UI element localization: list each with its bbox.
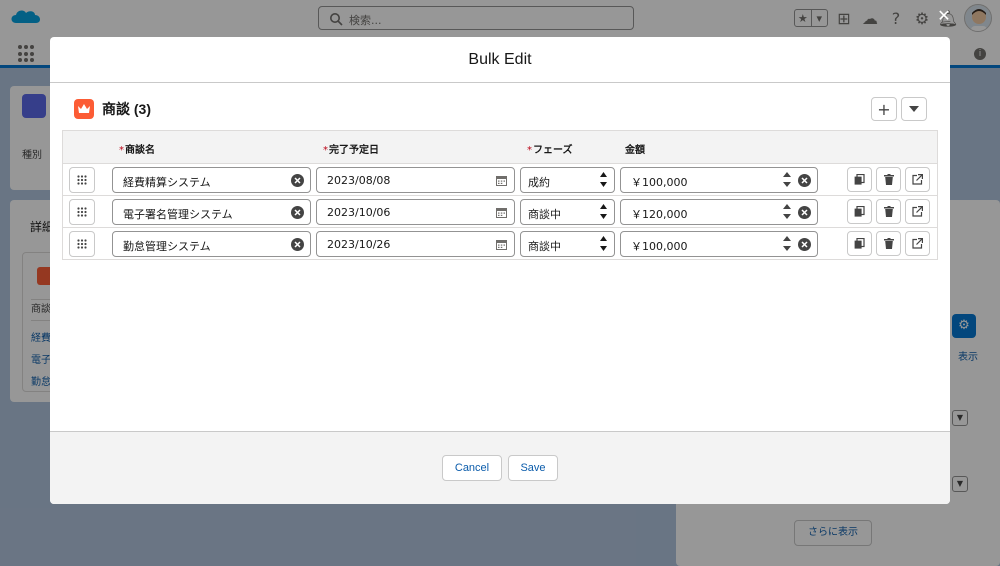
- stage-value: 成約: [528, 176, 550, 189]
- related-list-actions: +: [871, 97, 927, 121]
- stage-select[interactable]: 商談中: [520, 199, 615, 225]
- save-button[interactable]: Save: [508, 455, 558, 481]
- add-row-button[interactable]: +: [871, 97, 897, 121]
- drag-handle-icon[interactable]: [69, 231, 95, 257]
- add-icon: +: [877, 99, 891, 119]
- amount-field[interactable]: ￥120,000: [620, 199, 818, 225]
- clone-row-button[interactable]: [847, 167, 872, 192]
- row-actions: [847, 167, 930, 192]
- drag-handle-icon[interactable]: [69, 167, 95, 193]
- amount-value: ￥100,000: [631, 240, 688, 253]
- bulk-edit-modal: Bulk Edit 商談 (3) + *商談名 *完了予定日 *フェーズ 金額 …: [50, 37, 950, 504]
- delete-row-button[interactable]: [876, 199, 901, 224]
- clear-icon[interactable]: [798, 238, 811, 251]
- stage-value: 商談中: [528, 240, 561, 253]
- open-record-button[interactable]: [905, 167, 930, 192]
- amount-field[interactable]: ￥100,000: [620, 167, 818, 193]
- close-date-field[interactable]: 2023/10/26: [316, 231, 515, 257]
- close-date-value: 2023/08/08: [327, 174, 391, 187]
- drag-handle-icon[interactable]: [69, 199, 95, 225]
- calendar-icon[interactable]: [496, 207, 507, 218]
- open-record-button[interactable]: [905, 199, 930, 224]
- column-header-close-date: *完了予定日: [323, 145, 379, 156]
- bulk-edit-table: *商談名 *完了予定日 *フェーズ 金額 経費精算システム 2023/08/08: [62, 130, 938, 260]
- external-link-icon: [912, 238, 923, 249]
- copy-icon: [854, 174, 865, 185]
- name-field[interactable]: 電子署名管理システム: [112, 199, 311, 225]
- table-row: 経費精算システム 2023/08/08 成約 ￥100,000: [63, 164, 937, 196]
- close-icon[interactable]: ✕: [936, 8, 952, 24]
- clear-icon[interactable]: [291, 238, 304, 251]
- clear-icon[interactable]: [798, 174, 811, 187]
- close-date-value: 2023/10/06: [327, 206, 391, 219]
- delete-row-button[interactable]: [876, 231, 901, 256]
- external-link-icon: [912, 206, 923, 217]
- close-date-field[interactable]: 2023/10/06: [316, 199, 515, 225]
- copy-icon: [854, 238, 865, 249]
- name-field[interactable]: 勤怠管理システム: [112, 231, 311, 257]
- modal-title: Bulk Edit: [468, 50, 532, 68]
- modal-body: 商談 (3) + *商談名 *完了予定日 *フェーズ 金額 経費精算システム 2…: [50, 83, 950, 431]
- modal-footer: Cancel Save: [50, 431, 950, 504]
- column-header-amount: 金額: [625, 145, 645, 156]
- calendar-icon[interactable]: [496, 239, 507, 250]
- trash-icon: [883, 206, 894, 217]
- related-list-title: 商談 (3): [102, 101, 151, 117]
- clear-icon[interactable]: [291, 206, 304, 219]
- table-row: 電子署名管理システム 2023/10/06 商談中 ￥120,000: [63, 196, 937, 228]
- select-arrows-icon: [600, 171, 607, 188]
- opportunity-crown-icon: [74, 99, 94, 119]
- name-field[interactable]: 経費精算システム: [112, 167, 311, 193]
- column-header-stage: *フェーズ: [527, 145, 573, 156]
- clear-icon[interactable]: [291, 174, 304, 187]
- stage-value: 商談中: [528, 208, 561, 221]
- cancel-button[interactable]: Cancel: [442, 455, 502, 481]
- delete-row-button[interactable]: [876, 167, 901, 192]
- name-value: 経費精算システム: [123, 176, 211, 189]
- amount-value: ￥120,000: [631, 208, 688, 221]
- stepper-icon[interactable]: [783, 171, 791, 188]
- more-actions-button[interactable]: [901, 97, 927, 121]
- stage-select[interactable]: 商談中: [520, 231, 615, 257]
- row-actions: [847, 199, 930, 224]
- table-row: 勤怠管理システム 2023/10/26 商談中 ￥100,000: [63, 228, 937, 260]
- trash-icon: [883, 238, 894, 249]
- chevron-down-icon: [909, 106, 919, 112]
- name-value: 電子署名管理システム: [123, 208, 233, 221]
- name-value: 勤怠管理システム: [123, 240, 211, 253]
- open-record-button[interactable]: [905, 231, 930, 256]
- copy-icon: [854, 206, 865, 217]
- amount-value: ￥100,000: [631, 176, 688, 189]
- clear-icon[interactable]: [798, 206, 811, 219]
- stepper-icon[interactable]: [783, 235, 791, 252]
- clone-row-button[interactable]: [847, 231, 872, 256]
- external-link-icon: [912, 174, 923, 185]
- calendar-icon[interactable]: [496, 175, 507, 186]
- close-date-value: 2023/10/26: [327, 238, 391, 251]
- stepper-icon[interactable]: [783, 203, 791, 220]
- close-date-field[interactable]: 2023/08/08: [316, 167, 515, 193]
- column-header-name: *商談名: [119, 145, 155, 156]
- stage-select[interactable]: 成約: [520, 167, 615, 193]
- select-arrows-icon: [600, 235, 607, 252]
- amount-field[interactable]: ￥100,000: [620, 231, 818, 257]
- table-header: *商談名 *完了予定日 *フェーズ 金額: [63, 131, 937, 164]
- modal-header: Bulk Edit: [50, 37, 950, 83]
- trash-icon: [883, 174, 894, 185]
- related-list-header: 商談 (3): [74, 97, 151, 121]
- clone-row-button[interactable]: [847, 199, 872, 224]
- row-actions: [847, 231, 930, 256]
- select-arrows-icon: [600, 203, 607, 220]
